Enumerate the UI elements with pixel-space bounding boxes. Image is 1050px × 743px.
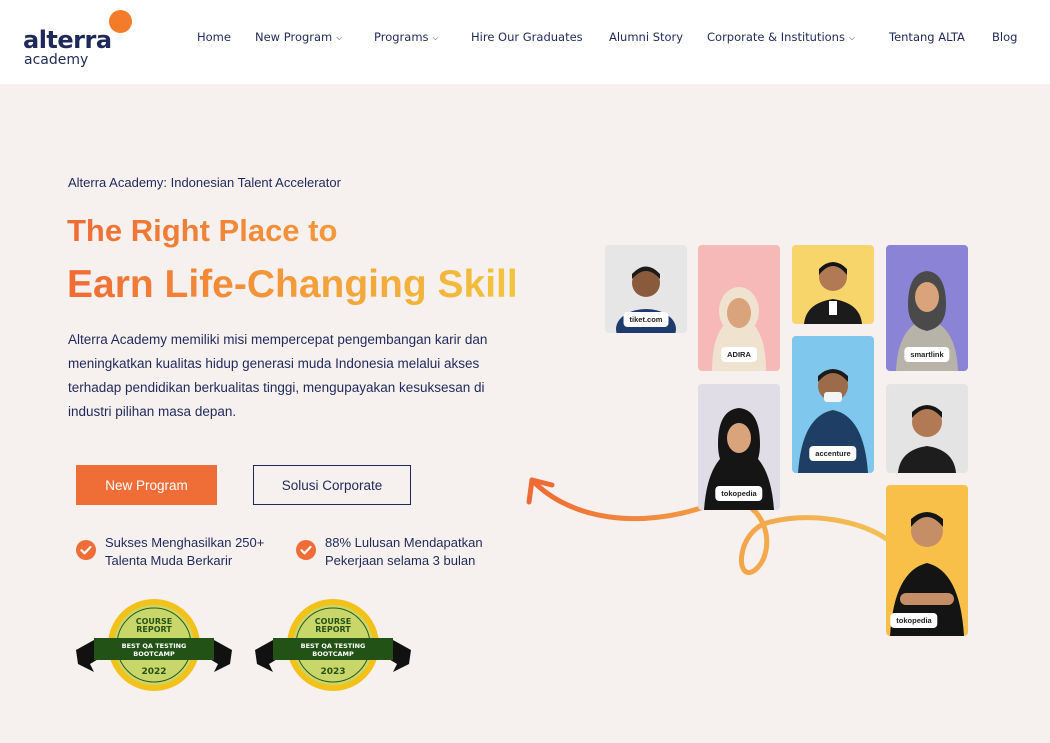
check-circle-icon <box>76 540 96 560</box>
alumni-photo-tile <box>886 384 968 473</box>
stat-text: Sukses Menghasilkan 250+ Talenta Muda Be… <box>105 535 265 568</box>
nav-home[interactable]: Home <box>197 30 231 44</box>
solusi-corporate-button[interactable]: Solusi Corporate <box>253 465 411 505</box>
new-program-button[interactable]: New Program <box>76 465 217 505</box>
badge-ribbon-text: BEST QA TESTING <box>122 642 187 650</box>
company-tag: tokopedia <box>715 486 763 501</box>
hero-eyebrow: Alterra Academy: Indonesian Talent Accel… <box>68 175 341 190</box>
company-tag: ADIRA <box>721 347 757 362</box>
company-tag: tokopedia <box>890 613 938 628</box>
alumni-photo-tile: tiket.com <box>605 245 687 333</box>
logo-wordmark: alterra <box>23 26 112 54</box>
company-tag: smartlink <box>904 347 950 362</box>
nav-programs[interactable]: Programs ⌵ <box>374 30 439 44</box>
badge-ribbon-text: BOOTCAMP <box>312 650 354 658</box>
nav-hire-graduates[interactable]: Hire Our Graduates <box>471 30 583 44</box>
check-circle-icon <box>296 540 316 560</box>
chevron-down-icon: ⌵ <box>848 33 856 42</box>
nav-tentang-alta[interactable]: Tentang ALTA <box>889 30 965 44</box>
alumni-photo-tile: smartlink <box>886 245 968 371</box>
alumni-photo-tile <box>792 245 874 324</box>
hero-title-line2: Earn Life-Changing Skill <box>67 263 518 306</box>
alterra-logo[interactable]: alterra academy <box>23 10 138 70</box>
company-tag: tiket.com <box>623 312 669 327</box>
alumni-photo-tile: accenture <box>792 336 874 473</box>
nav-alumni-story[interactable]: Alumni Story <box>609 30 683 44</box>
course-report-badge-2022: COURSE REPORT BEST QA TESTING BOOTCAMP 2… <box>76 598 232 694</box>
nav-new-program[interactable]: New Program ⌵ <box>255 30 342 44</box>
stat-text: 88% Lulusan Mendapatkan Pekerjaan selama… <box>325 535 483 568</box>
company-tag: accenture <box>809 446 857 461</box>
site-header: alterra academy Home New Program ⌵ Progra… <box>0 0 1050 84</box>
hero-description: Alterra Academy memiliki misi mempercepa… <box>68 332 488 419</box>
badge-year: 2023 <box>320 667 345 677</box>
person-silhouette <box>886 384 968 473</box>
logo-subtitle: academy <box>24 52 89 68</box>
chevron-down-icon: ⌵ <box>432 33 439 42</box>
alumni-photo-tile: ADIRA <box>698 245 780 371</box>
course-report-badge-2023: COURSE REPORT BEST QA TESTING BOOTCAMP 2… <box>255 598 411 694</box>
badge-ribbon-text: BOOTCAMP <box>133 650 175 658</box>
logo-dot <box>109 10 132 33</box>
nav-blog[interactable]: Blog <box>992 30 1017 44</box>
alumni-photo-tile: tokopedia <box>698 384 780 510</box>
badge-report-text: REPORT <box>315 625 351 634</box>
chevron-down-icon: ⌵ <box>336 33 343 42</box>
badge-ribbon-text: BEST QA TESTING <box>301 642 366 650</box>
nav-corporate-institutions[interactable]: Corporate & Institutions ⌵ <box>707 30 855 44</box>
badge-year: 2022 <box>141 667 166 677</box>
hero-title-line1: The Right Place to <box>67 213 338 248</box>
person-silhouette <box>792 245 874 324</box>
badge-report-text: REPORT <box>136 625 172 634</box>
alumni-photo-tile: tokopedia <box>886 485 968 636</box>
